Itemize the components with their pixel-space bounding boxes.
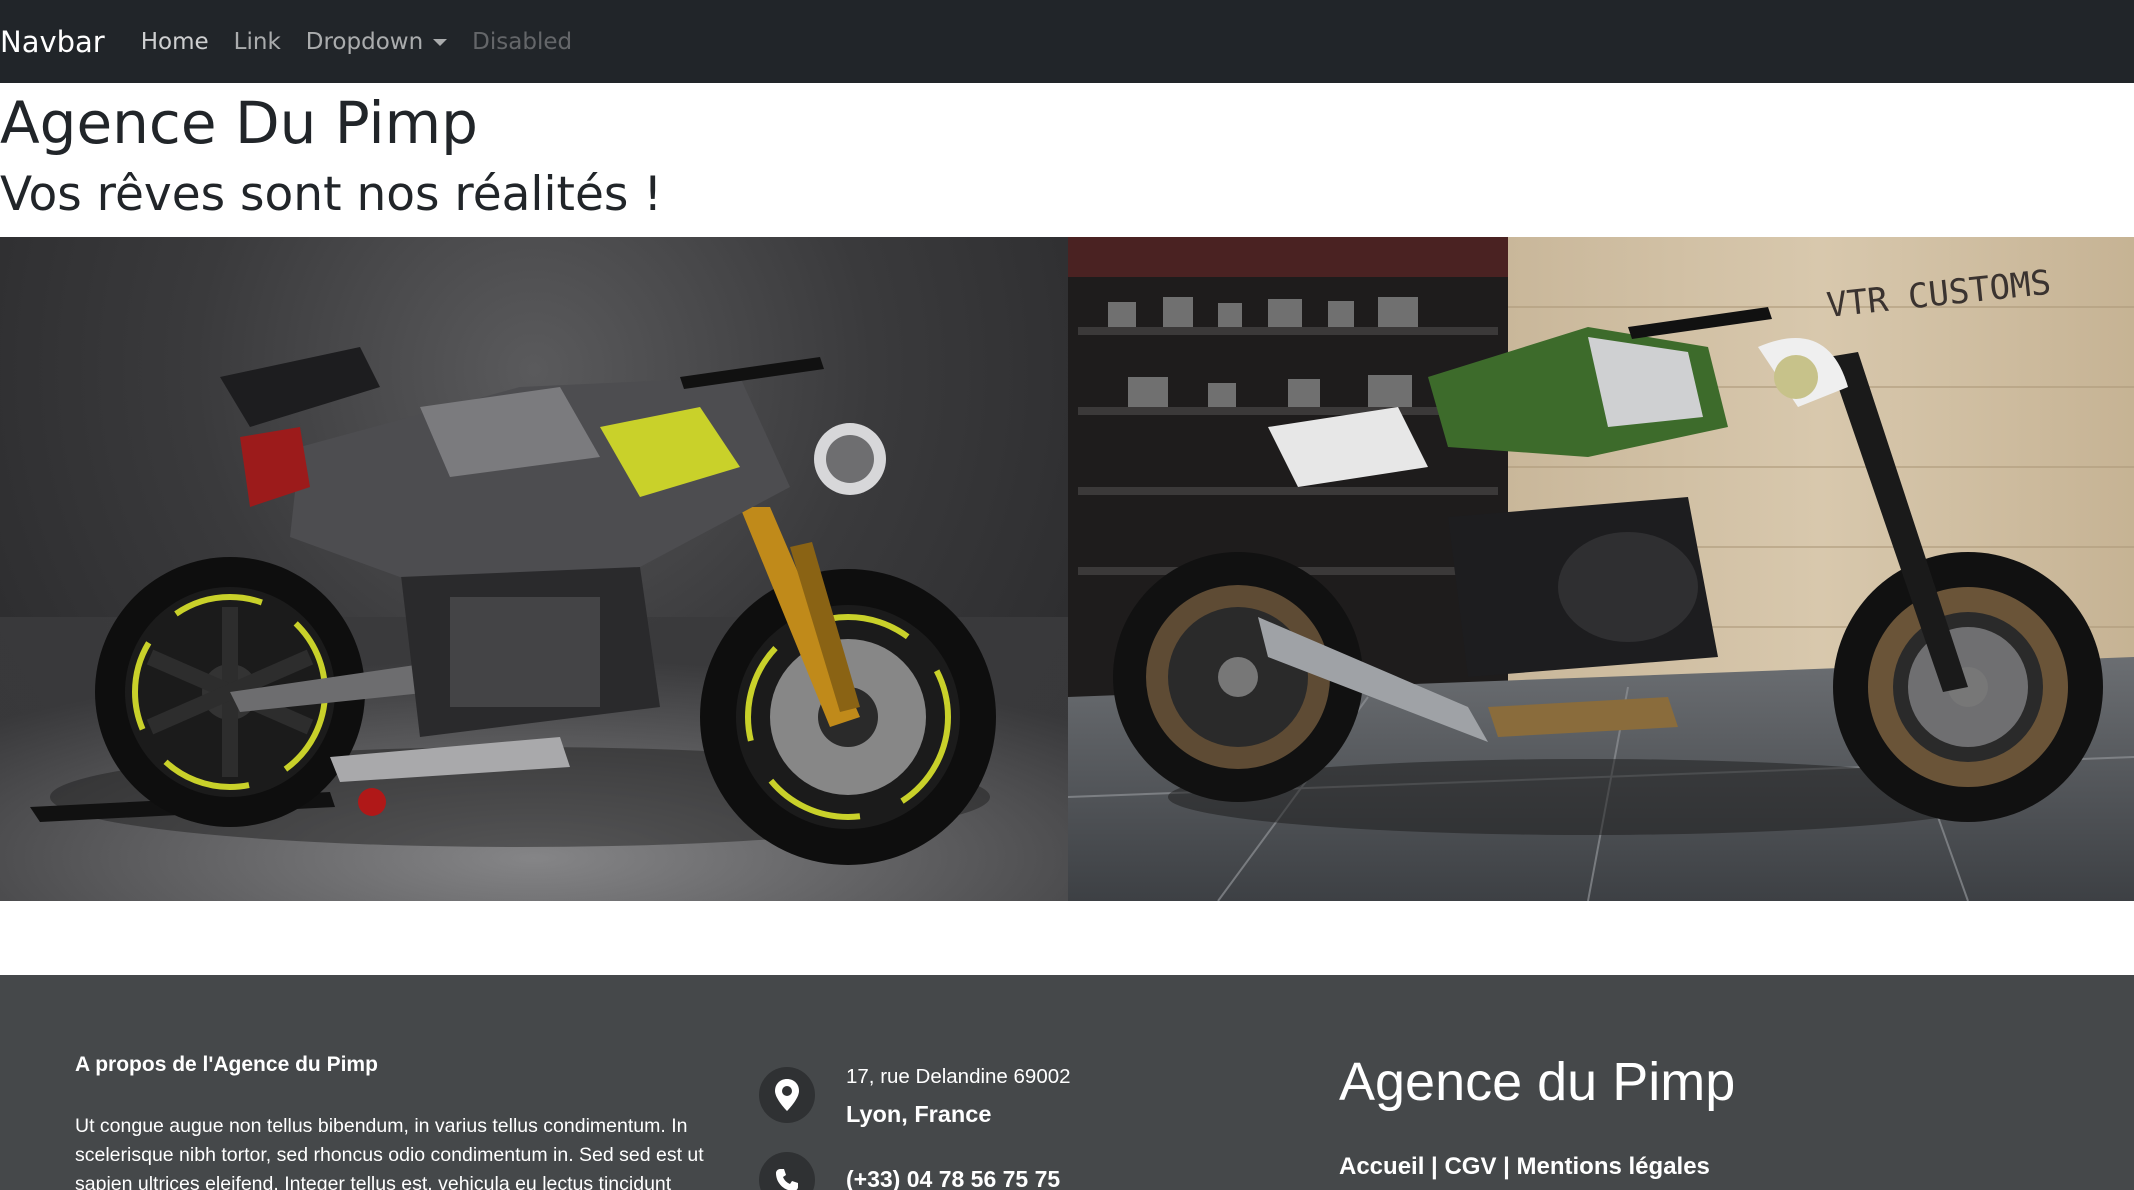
nav-link-link-label: Link	[233, 28, 281, 55]
footer-link-separator: |	[1496, 1153, 1517, 1180]
footer-link-mentions-legales[interactable]: Mentions légales	[1517, 1153, 1710, 1180]
about-text: Ut congue augue non tellus bibendum, in …	[75, 1115, 704, 1190]
footer-links: Accueil | CGV | Mentions légales	[1339, 1153, 1710, 1181]
address-line-1: 17, rue Delandine 69002	[846, 1065, 1071, 1088]
navbar: Navbar Home Link Dropdown Disabled	[0, 0, 2134, 83]
about-title: A propos de l'Agence du Pimp	[75, 1053, 378, 1076]
page-subtitle: Vos rêves sont nos réalités !	[0, 167, 663, 222]
nav-dropdown-toggle[interactable]: Dropdown	[305, 28, 448, 55]
motorcycle-illustration-right: VTR CUSTOMS	[1068, 237, 2134, 901]
motorcycle-photo-right: VTR CUSTOMS	[1068, 237, 2134, 901]
nav-link-home-label: Home	[140, 28, 209, 55]
map-pin-icon	[759, 1067, 815, 1123]
footer: A propos de l'Agence du Pimp Ut congue a…	[0, 975, 2134, 1190]
nav-link-disabled-label: Disabled	[472, 28, 573, 55]
caret-down-icon	[433, 39, 448, 46]
nav-link-disabled: Disabled	[472, 29, 572, 55]
nav-link-home[interactable]: Home	[141, 29, 209, 55]
motorcycle-illustration-left	[0, 347, 1068, 901]
footer-brand: Agence du Pimp	[1339, 1052, 1736, 1112]
motorcycle-photo-left	[0, 237, 1068, 901]
page: Navbar Home Link Dropdown Disabled Agenc…	[0, 0, 2134, 1190]
footer-link-separator: |	[1424, 1153, 1445, 1180]
nav-dropdown-label: Dropdown	[305, 28, 424, 55]
phone-number[interactable]: (+33) 04 78 56 75 75	[846, 1166, 1060, 1190]
page-title: Agence Du Pimp	[0, 89, 478, 157]
footer-link-cgv[interactable]: CGV	[1444, 1153, 1496, 1180]
nav-link-link[interactable]: Link	[234, 29, 281, 55]
phone-icon	[759, 1152, 815, 1190]
address-line-2: Lyon, France	[846, 1101, 992, 1127]
navbar-brand[interactable]: Navbar	[0, 25, 105, 59]
footer-link-accueil[interactable]: Accueil	[1339, 1153, 1424, 1180]
